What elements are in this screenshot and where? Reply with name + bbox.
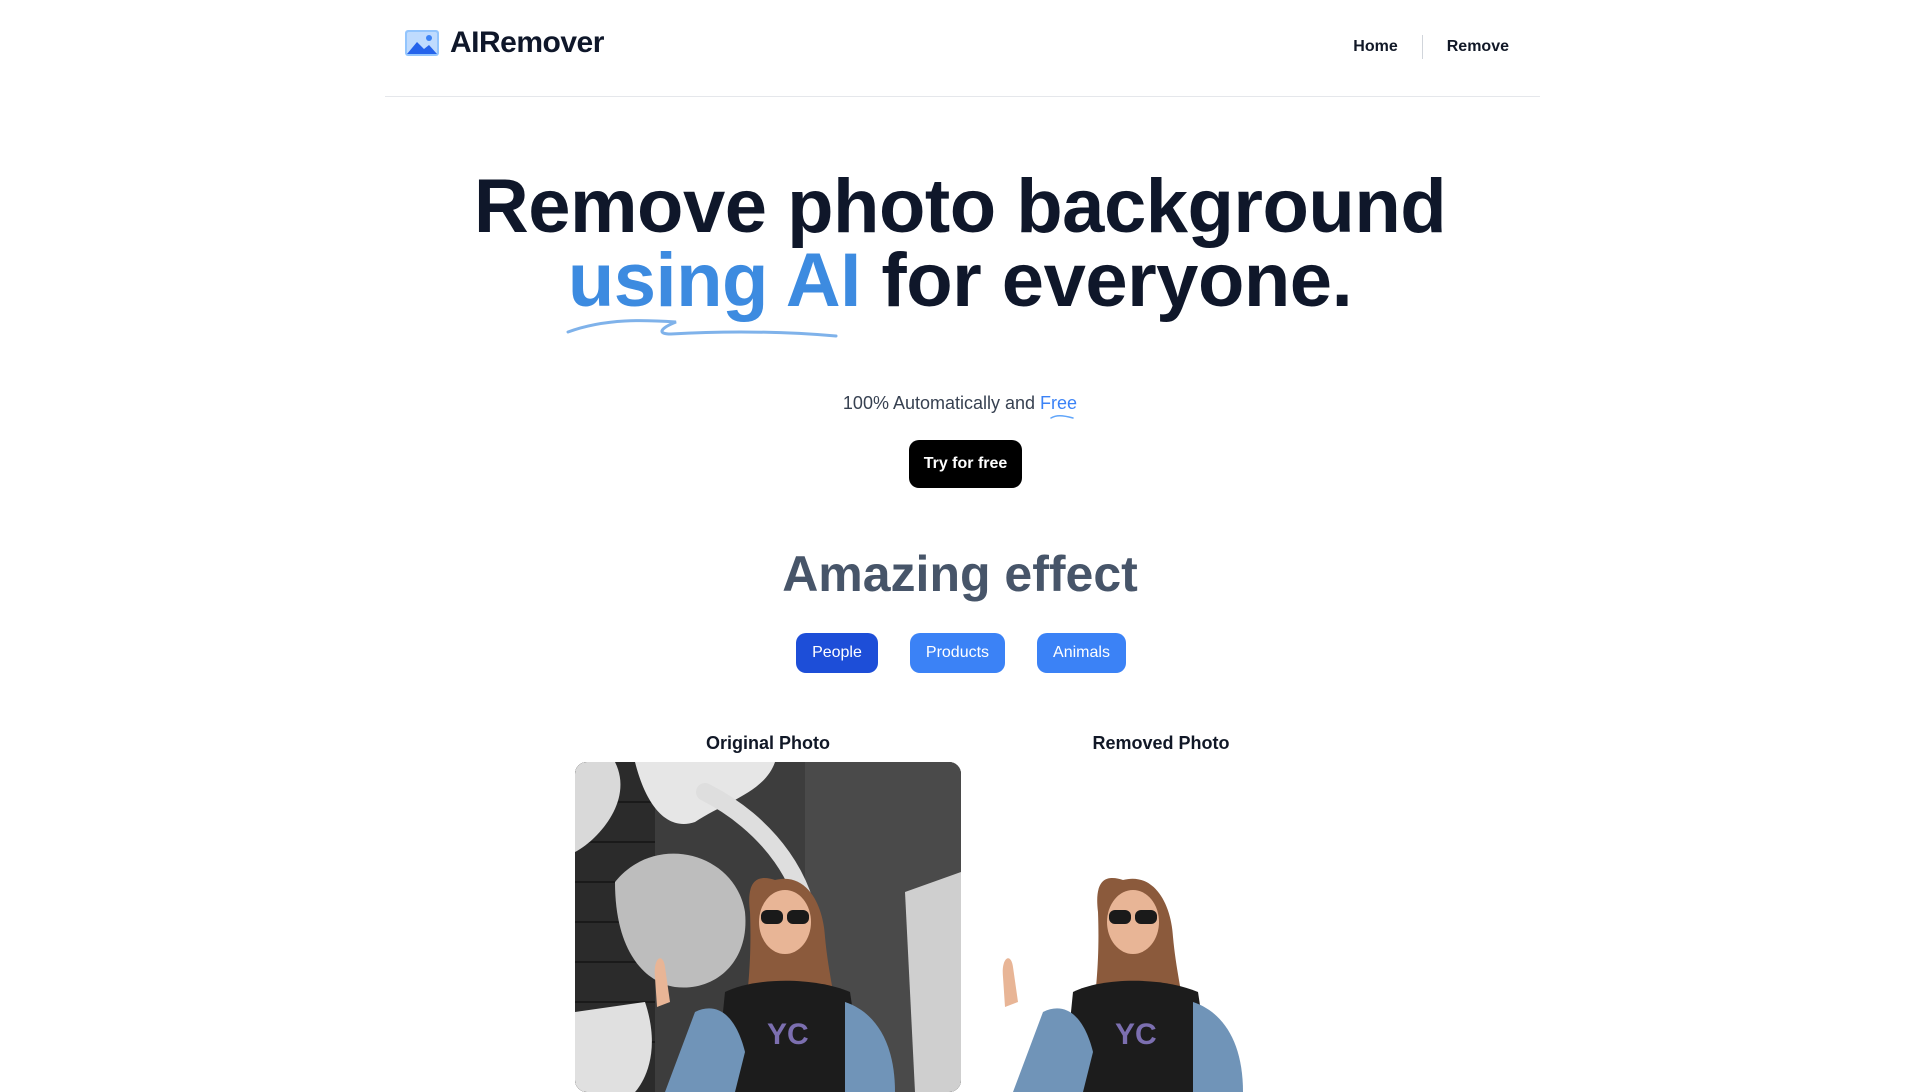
svg-text:YC: YC bbox=[767, 1018, 809, 1051]
removed-photo-label: Removed Photo bbox=[1092, 733, 1230, 753]
original-photo-illustration: YC bbox=[575, 762, 961, 1092]
tab-products[interactable]: Products bbox=[909, 633, 1006, 673]
removed-photo-illustration: YC bbox=[1002, 878, 1243, 1092]
nav-home-link[interactable]: Home bbox=[1353, 36, 1397, 58]
hero-section: Remove photo background using AI for eve… bbox=[0, 164, 1920, 338]
site-header: AIRemover Home Remove bbox=[385, 0, 1540, 97]
main-nav: Home Remove bbox=[1353, 35, 1509, 59]
logo-link[interactable]: AIRemover bbox=[405, 26, 604, 60]
image-landscape-icon bbox=[405, 30, 439, 56]
subtitle-free-wrap: Free bbox=[1040, 393, 1078, 419]
nav-divider bbox=[1421, 35, 1423, 59]
logo-text: AIRemover bbox=[450, 26, 604, 59]
tab-animals[interactable]: Animals bbox=[1037, 633, 1126, 673]
hero-title-line1: Remove photo background bbox=[473, 164, 1447, 249]
tab-people[interactable]: People bbox=[796, 633, 878, 673]
hero-subtitle: 100% Automatically and Free bbox=[0, 393, 1920, 419]
underline-squiggle-icon bbox=[566, 319, 838, 338]
try-for-free-button[interactable]: Try for free bbox=[909, 440, 1022, 488]
hero-highlight-wrap: using AI bbox=[566, 243, 861, 338]
original-photo: YC bbox=[575, 762, 961, 1092]
hero-title-rest: for everyone. bbox=[860, 238, 1353, 323]
subtitle-prefix: 100% Automatically and bbox=[842, 393, 1041, 413]
nav-remove-link[interactable]: Remove bbox=[1447, 36, 1509, 58]
free-squiggle-icon bbox=[1050, 415, 1074, 419]
hero-title: Remove photo background using AI for eve… bbox=[0, 164, 1920, 338]
amazing-effect-title: Amazing effect bbox=[782, 546, 1138, 602]
hero-title-line2: using AI for everyone. bbox=[0, 243, 1920, 338]
svg-text:YC: YC bbox=[1115, 1018, 1157, 1051]
original-photo-label: Original Photo bbox=[706, 733, 830, 753]
removed-photo: YC bbox=[1000, 762, 1386, 1092]
effect-category-tabs: People Products Animals bbox=[0, 633, 1920, 673]
subtitle-free: Free bbox=[1040, 393, 1078, 413]
